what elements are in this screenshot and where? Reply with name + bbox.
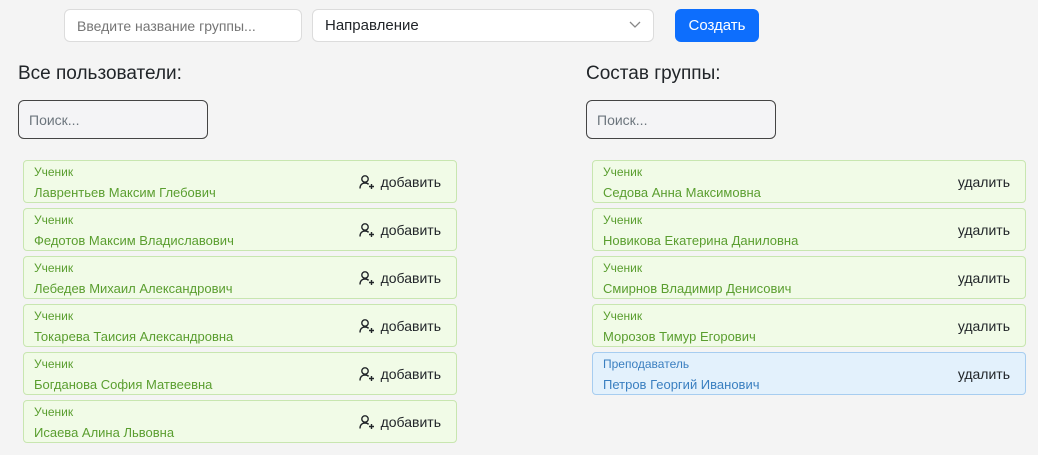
all-users-title: Все пользователи: xyxy=(18,63,182,84)
add-label: добавить xyxy=(380,318,441,334)
user-name: Петров Георгий Иванович xyxy=(603,377,760,392)
all-users-list-item: Ученик Федотов Максим Владиславович добави… xyxy=(23,208,457,251)
all-users-list-item: Ученик Исаева Алина Львовна добавить xyxy=(23,400,457,443)
user-plus-icon xyxy=(358,319,374,333)
add-user-button[interactable]: добавить xyxy=(358,174,441,190)
remove-user-button[interactable]: удалить xyxy=(958,366,1010,382)
user-name: Морозов Тимур Егорович xyxy=(603,329,756,344)
user-role: Ученик xyxy=(603,213,643,227)
direction-select-value: Направление xyxy=(325,17,419,34)
add-user-button[interactable]: добавить xyxy=(358,318,441,334)
remove-user-button[interactable]: удалить xyxy=(958,270,1010,286)
add-label: добавить xyxy=(380,174,441,190)
remove-user-button[interactable]: удалить xyxy=(958,222,1010,238)
group-list-item: Ученик Новикова Екатерина Даниловна удалит… xyxy=(592,208,1026,251)
user-name: Лаврентьев Максим Глебович xyxy=(34,185,216,200)
all-users-list-item: Ученик Токарева Таисия Александровна добав… xyxy=(23,304,457,347)
user-plus-icon xyxy=(358,367,374,381)
add-label: добавить xyxy=(380,270,441,286)
remove-user-button[interactable]: удалить xyxy=(958,318,1010,334)
add-user-button[interactable]: добавить xyxy=(358,414,441,430)
user-name: Токарева Таисия Александровна xyxy=(34,329,234,344)
group-list-item: Преподаватель Петров Георгий Иванович удал… xyxy=(592,352,1026,395)
user-name: Исаева Алина Львовна xyxy=(34,425,175,440)
direction-select[interactable]: Направление xyxy=(312,9,654,42)
all-users-search-input[interactable] xyxy=(18,100,208,139)
group-list-item: Ученик Смирнов Владимир Денисович удалить xyxy=(592,256,1026,299)
user-plus-icon xyxy=(358,223,374,237)
user-plus-icon xyxy=(358,175,374,189)
remove-label: удалить xyxy=(957,222,1010,238)
user-name: Богданова София Матвеевна xyxy=(34,377,213,392)
user-role: Ученик xyxy=(34,213,74,227)
user-name: Федотов Максим Владиславович xyxy=(34,233,234,248)
user-role: Ученик xyxy=(34,357,74,371)
user-role: Ученик xyxy=(603,309,643,323)
user-role: Ученик xyxy=(34,309,74,323)
add-user-button[interactable]: добавить xyxy=(358,222,441,238)
remove-label: удалить xyxy=(957,174,1010,190)
group-name-input[interactable] xyxy=(64,9,302,42)
user-name: Седова Анна Максимовна xyxy=(603,185,761,200)
all-users-list-item: Ученик Богданова София Матвеевна добавить xyxy=(23,352,457,395)
remove-label: удалить xyxy=(957,270,1010,286)
user-role: Ученик xyxy=(34,261,74,275)
all-users-list-item: Ученик Лаврентьев Максим Глебович добавить xyxy=(23,160,457,203)
create-button[interactable]: Создать xyxy=(675,9,759,42)
remove-user-button[interactable]: удалить xyxy=(958,174,1010,190)
all-users-list: Ученик Лаврентьев Максим Глебович добавить… xyxy=(23,160,457,448)
group-list-item: Ученик Морозов Тимур Егорович удалить xyxy=(592,304,1026,347)
user-name: Новикова Екатерина Даниловна xyxy=(603,233,799,248)
add-user-button[interactable]: добавить xyxy=(358,270,441,286)
user-role: Ученик xyxy=(603,261,643,275)
add-label: добавить xyxy=(380,222,441,238)
user-plus-icon xyxy=(358,271,374,285)
remove-label: удалить xyxy=(957,318,1010,334)
group-members-list: Ученик Седова Анна Максимовна удалить Учени… xyxy=(592,160,1026,400)
user-name: Лебедев Михаил Александрович xyxy=(34,281,233,296)
add-label: добавить xyxy=(380,414,441,430)
group-members-title: Состав группы: xyxy=(586,63,721,84)
chevron-down-icon xyxy=(629,21,641,28)
user-role: Ученик xyxy=(34,165,74,179)
user-plus-icon xyxy=(358,415,374,429)
group-search-input[interactable] xyxy=(586,100,776,139)
add-user-button[interactable]: добавить xyxy=(358,366,441,382)
remove-label: удалить xyxy=(957,366,1010,382)
user-role: Преподаватель xyxy=(603,357,690,371)
group-list-item: Ученик Седова Анна Максимовна удалить xyxy=(592,160,1026,203)
user-name: Смирнов Владимир Денисович xyxy=(603,281,792,296)
all-users-list-item: Ученик Лебедев Михаил Александрович добави… xyxy=(23,256,457,299)
user-role: Ученик xyxy=(34,405,74,419)
add-label: добавить xyxy=(380,366,441,382)
user-role: Ученик xyxy=(603,165,643,179)
